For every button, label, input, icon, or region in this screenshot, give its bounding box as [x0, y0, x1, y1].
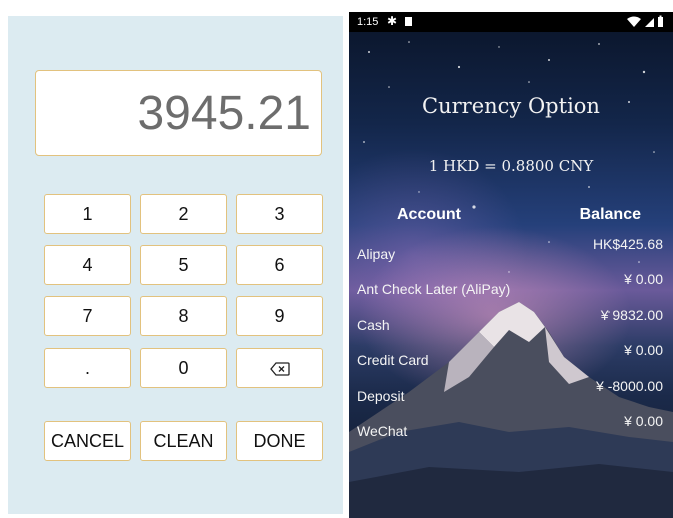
key-2[interactable]: 2	[140, 194, 227, 234]
sd-card-icon	[405, 17, 412, 26]
account-name: Ant Check Later (AliPay)	[357, 281, 511, 297]
account-row-deposit[interactable]: Deposit ¥ -8000.00	[349, 378, 673, 408]
signal-icon	[645, 18, 654, 27]
key-1[interactable]: 1	[44, 194, 131, 234]
battery-icon	[658, 15, 663, 27]
wifi-icon	[627, 16, 641, 27]
account-name: Alipay	[357, 246, 396, 262]
account-row-ant-check-later[interactable]: Ant Check Later (AliPay) ¥ 0.00	[349, 271, 673, 301]
done-button[interactable]: DONE	[236, 421, 323, 461]
page-title: Currency Option	[422, 94, 600, 118]
amount-display: 3945.21	[35, 70, 322, 156]
key-0[interactable]: 0	[140, 348, 227, 388]
calculator-panel: 3945.21 1 2 3 4 5 6 7 8 9 . 0 CANCEL CLE…	[8, 16, 343, 514]
status-bar: 1:15 ✱	[349, 12, 673, 32]
account-row-wechat[interactable]: WeChat ¥ 0.00	[349, 413, 673, 443]
account-balance: ¥ 0.00	[624, 342, 663, 358]
key-9[interactable]: 9	[236, 296, 323, 336]
cancel-button[interactable]: CANCEL	[44, 421, 131, 461]
key-5[interactable]: 5	[140, 245, 227, 285]
key-6[interactable]: 6	[236, 245, 323, 285]
balance-column-header: Balance	[579, 206, 641, 223]
exchange-rate: 1 HKD = 0.8800 CNY	[428, 157, 594, 175]
account-balance: ¥ -8000.00	[596, 378, 663, 394]
account-name: WeChat	[357, 423, 408, 439]
account-balance: HK$425.68	[592, 236, 663, 252]
account-column-header: Account	[397, 206, 461, 223]
currency-option-screen: 1:15 ✱ Currency Option 1 HKD = 0.8800 CN…	[349, 12, 673, 518]
account-name: Deposit	[357, 388, 405, 404]
account-row-credit-card[interactable]: Credit Card ¥ 0.00	[349, 342, 673, 372]
key-7[interactable]: 7	[44, 296, 131, 336]
clean-button[interactable]: CLEAN	[140, 421, 227, 461]
gear-icon: ✱	[387, 14, 398, 28]
key-4[interactable]: 4	[44, 245, 131, 285]
key-8[interactable]: 8	[140, 296, 227, 336]
account-row-alipay[interactable]: Alipay HK$425.68	[349, 236, 673, 266]
backspace-icon	[269, 358, 290, 378]
account-balance: ¥ 0.00	[624, 413, 663, 429]
account-name: Credit Card	[357, 352, 429, 368]
key-decimal[interactable]: .	[44, 348, 131, 388]
backspace-button[interactable]	[236, 348, 323, 388]
account-balance: ¥ 9832.00	[600, 307, 663, 323]
key-3[interactable]: 3	[236, 194, 323, 234]
account-name: Cash	[357, 317, 390, 333]
account-row-cash[interactable]: Cash ¥ 9832.00	[349, 307, 673, 337]
account-balance: ¥ 0.00	[624, 271, 663, 287]
status-icons	[627, 15, 663, 27]
status-time: 1:15	[357, 16, 379, 28]
